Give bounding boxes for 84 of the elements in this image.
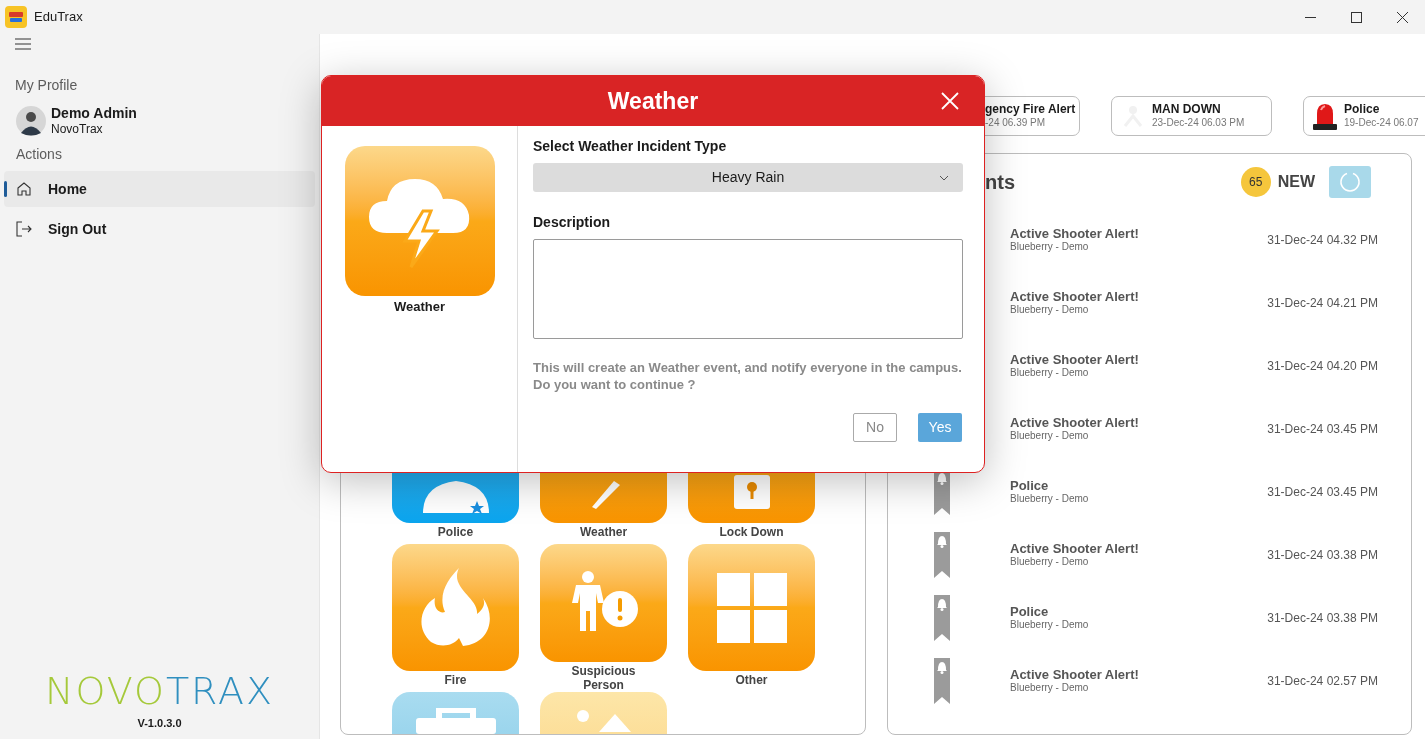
- incident-location: Blueberry - Demo: [1010, 682, 1090, 694]
- incident-time: 31-Dec-24 03.45 PM: [1267, 420, 1378, 438]
- avatar: [16, 105, 46, 136]
- bell-ribbon-icon: [934, 594, 950, 641]
- tile-label: Lock Down: [718, 525, 785, 539]
- section-heading: My Profile: [15, 76, 79, 95]
- bell-ribbon-icon: [934, 657, 950, 704]
- incident-time: 31-Dec-24 03.38 PM: [1267, 609, 1378, 627]
- incident-row[interactable]: Active Shooter Alert! Blueberry - Demo 31-Dec-24 03.38 PM: [888, 523, 1411, 586]
- incident-time: 31-Dec-24 04.20 PM: [1267, 357, 1378, 375]
- grid-icon: [716, 572, 787, 643]
- incident-time: 31-Dec-24 03.38 PM: [1267, 546, 1378, 564]
- tile-label: Weather: [578, 525, 629, 539]
- version-label: V-1.0.3.0: [137, 715, 182, 731]
- card-title: Police: [1344, 102, 1381, 116]
- field-label: Select Weather Incident Type: [533, 137, 728, 156]
- tile-label: Suspicious Person: [570, 664, 637, 692]
- incident-title: Active Shooter Alert!: [1010, 226, 1139, 241]
- incident-location: Blueberry - Demo: [1010, 556, 1090, 568]
- menu-icon: [15, 38, 31, 50]
- incident-type-dropdown[interactable]: Heavy Rain: [533, 163, 963, 192]
- card-title: MAN DOWN: [1152, 102, 1222, 116]
- selection-indicator: [4, 181, 7, 197]
- tile-label: Other: [734, 673, 769, 687]
- close-icon: [1396, 11, 1408, 23]
- incident-time: 31-Dec-24 04.32 PM: [1267, 231, 1378, 249]
- section-heading: Actions: [16, 145, 63, 164]
- dialog-title: Weather: [607, 86, 699, 116]
- description-field[interactable]: [533, 239, 963, 339]
- incident-title: Police: [1010, 604, 1050, 619]
- tile-label: Police: [436, 525, 475, 539]
- incident-title: Active Shooter Alert!: [1010, 352, 1139, 367]
- incident-time: 31-Dec-24 02.57 PM: [1267, 672, 1378, 690]
- sign-out-icon: [16, 221, 32, 237]
- refresh-button[interactable]: [1329, 166, 1371, 198]
- chevron-down-icon: [939, 175, 949, 181]
- incident-card[interactable]: Police 19-Dec-24 06.07: [1303, 96, 1425, 136]
- new-label: NEW: [1277, 172, 1315, 192]
- flame-icon: [418, 567, 493, 648]
- incident-location: Blueberry - Demo: [1010, 367, 1090, 379]
- incident-title: Active Shooter Alert!: [1010, 415, 1139, 430]
- incident-location: Blueberry - Demo: [1010, 430, 1090, 442]
- cancel-button[interactable]: No: [853, 413, 897, 442]
- window-title: EduTrax: [34, 8, 83, 27]
- incident-location: Blueberry - Demo: [1010, 619, 1089, 631]
- incident-location: Blueberry - Demo: [1010, 304, 1090, 316]
- incident-title: Active Shooter Alert!: [1010, 541, 1139, 556]
- incident-tile[interactable]: [392, 544, 519, 671]
- incident-tile[interactable]: [540, 544, 667, 662]
- count-badge: 65: [1240, 167, 1271, 197]
- home-icon: [16, 181, 32, 197]
- incident-location: Blueberry - Demo: [1010, 241, 1090, 253]
- incident-location: Blueberry - Demo: [1010, 493, 1089, 505]
- close-button[interactable]: [940, 91, 960, 111]
- tile-label: Fire: [443, 673, 468, 687]
- incident-tile[interactable]: [688, 544, 815, 671]
- panel-title: nts: [985, 170, 1015, 195]
- card-time: -24 06.39 PM: [985, 116, 1047, 130]
- app-logo-icon: [5, 6, 27, 28]
- incident-title: Active Shooter Alert!: [1010, 667, 1139, 682]
- nav-item[interactable]: Home: [4, 171, 315, 207]
- incident-time: 31-Dec-24 03.45 PM: [1267, 483, 1378, 501]
- field-label: Description: [533, 213, 611, 232]
- nav-item[interactable]: Sign Out: [4, 211, 315, 247]
- incident-time: 31-Dec-24 04.21 PM: [1267, 294, 1378, 312]
- confirmation-message: This will create an Weather event, and notify everyone in the campus. Do you want to continue ?: [533, 359, 963, 393]
- siren-icon: [1312, 102, 1338, 130]
- incident-title: Police: [1010, 478, 1050, 493]
- refresh-icon: [1339, 171, 1361, 193]
- novotrax-logo: NOVOTRAX: [45, 670, 274, 711]
- card-title: gency Fire Alert: [985, 102, 1076, 116]
- close-icon: [941, 92, 959, 110]
- bell-ribbon-icon: [934, 531, 950, 578]
- incident-title: Active Shooter Alert!: [1010, 289, 1139, 304]
- maximize-icon: [1350, 11, 1362, 23]
- tile-label: Weather: [393, 298, 446, 316]
- user-name: Demo Admin: [51, 105, 137, 122]
- incident-row[interactable]: Police Blueberry - Demo 31-Dec-24 03.38 PM: [888, 586, 1411, 649]
- incident-row[interactable]: Active Shooter Alert! Blueberry - Demo 31-Dec-24 02.57 PM: [888, 649, 1411, 712]
- card-time: 19-Dec-24 06.07: [1344, 116, 1419, 130]
- user-organization: NovoTrax: [51, 122, 104, 136]
- incident-card[interactable]: MAN DOWN 23-Dec-24 06.03 PM: [1111, 96, 1272, 136]
- card-time: 23-Dec-24 06.03 PM: [1152, 116, 1245, 130]
- lock-icon: [731, 475, 772, 509]
